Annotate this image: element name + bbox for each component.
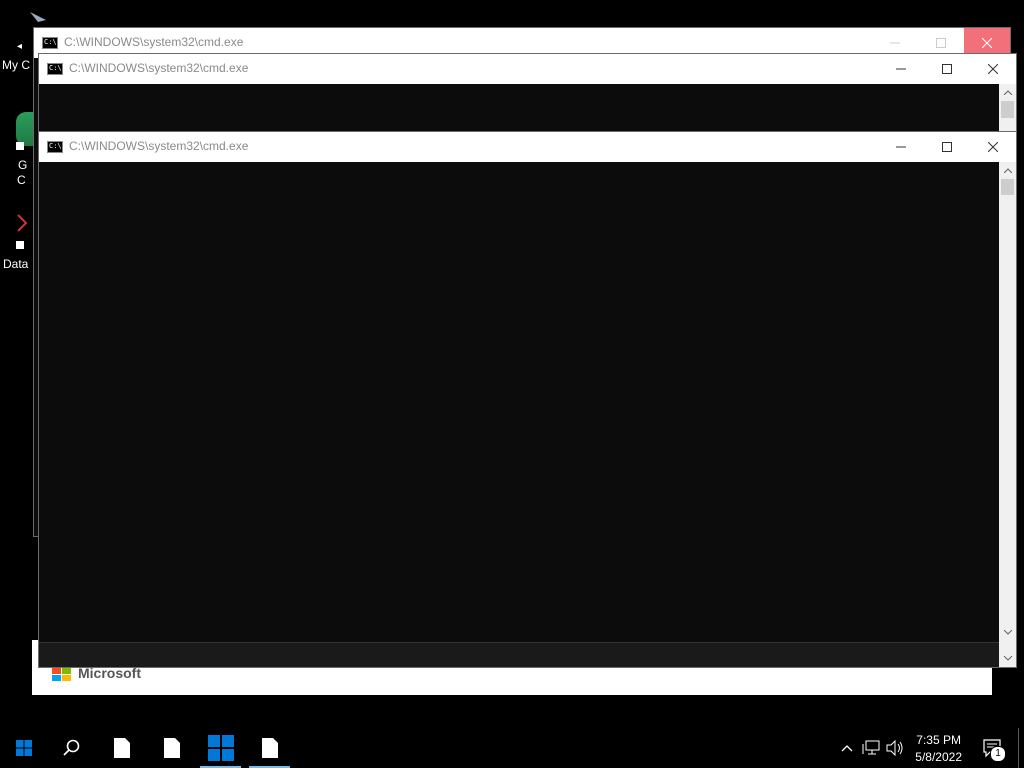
start-button[interactable]	[0, 728, 48, 768]
clock[interactable]: 7:35 PM 5/8/2022	[915, 732, 962, 766]
minimize-icon	[890, 42, 900, 44]
show-desktop-button[interactable]	[1018, 728, 1024, 768]
chevron-up-icon	[1003, 168, 1012, 173]
maximize-button[interactable]	[924, 132, 970, 162]
maximize-icon	[936, 38, 946, 48]
chevron-down-icon	[1003, 630, 1012, 635]
vertical-scrollbar[interactable]	[999, 162, 1016, 667]
show-hidden-icons-button[interactable]	[836, 728, 858, 768]
window-title: C:\WINDOWS\system32\cmd.exe	[69, 139, 249, 153]
titlebar[interactable]: C:\ C:\WINDOWS\system32\cmd.exe	[39, 132, 1016, 162]
close-icon	[988, 142, 998, 152]
taskbar-app-file-3[interactable]	[249, 728, 290, 768]
network-icon	[862, 740, 880, 755]
scroll-down-button[interactable]	[999, 624, 1016, 641]
taskbar-app-windows[interactable]	[200, 728, 241, 768]
cmd-icon: C:\	[47, 141, 63, 153]
search-button[interactable]	[48, 728, 96, 768]
chevron-up-icon	[841, 745, 853, 752]
close-icon	[982, 38, 992, 48]
scroll-thumb[interactable]	[1001, 179, 1014, 195]
search-icon	[63, 739, 80, 756]
minimize-button[interactable]	[878, 132, 924, 162]
window-title: C:\WINDOWS\system32\cmd.exe	[64, 35, 244, 49]
desktop-icon-label-data[interactable]: Data	[3, 257, 28, 271]
taskbar-app-file-1[interactable]	[98, 728, 146, 768]
minimize-icon	[896, 68, 906, 70]
volume-button[interactable]	[884, 728, 906, 768]
close-button[interactable]	[970, 132, 1016, 162]
desktop-icon-mycomputer-arrow: ◂	[17, 41, 23, 52]
shortcut-arrow-icon	[16, 241, 24, 249]
scroll-thumb[interactable]	[1001, 101, 1014, 118]
desktop-icon-label-mycomputer[interactable]: My C	[2, 58, 30, 72]
shortcut-arrow-icon	[16, 142, 24, 150]
cmd-icon: C:\	[42, 37, 58, 49]
scroll-down-button-2[interactable]	[999, 650, 1016, 667]
desktop-icon-label-chrome[interactable]: G	[18, 158, 27, 172]
minimize-icon	[896, 146, 906, 148]
file-icon	[114, 738, 130, 758]
network-button[interactable]	[860, 728, 882, 768]
titlebar[interactable]: C:\ C:\WINDOWS\system32\cmd.exe	[39, 54, 1016, 84]
close-icon	[988, 64, 998, 74]
taskbar: 7:35 PM 5/8/2022 1	[0, 728, 1024, 768]
desktop-icon-label-chrome-2[interactable]: C	[17, 173, 26, 187]
cmd-icon: C:\	[47, 63, 63, 75]
notification-badge: 1	[990, 746, 1006, 762]
scroll-up-button[interactable]	[999, 162, 1016, 179]
clock-date: 5/8/2022	[915, 750, 962, 764]
minimize-button[interactable]	[878, 54, 924, 84]
volume-icon	[886, 740, 903, 756]
close-button[interactable]	[970, 54, 1016, 84]
file-icon	[261, 738, 278, 758]
maximize-icon	[942, 64, 952, 74]
maximize-button[interactable]	[924, 54, 970, 84]
maximize-icon	[942, 142, 952, 152]
scroll-up-button[interactable]	[999, 84, 1016, 101]
clock-time: 7:35 PM	[916, 733, 961, 747]
chevron-up-icon	[1003, 90, 1012, 95]
windows-start-icon	[16, 740, 32, 756]
database-icon[interactable]	[14, 213, 32, 239]
file-icon	[164, 738, 180, 758]
microsoft-logo	[52, 668, 72, 682]
console-output[interactable]	[39, 162, 999, 642]
windows-logo-icon	[207, 735, 234, 761]
window-title: C:\WINDOWS\system32\cmd.exe	[69, 61, 249, 75]
action-center-button[interactable]: 1	[978, 728, 1008, 768]
taskbar-app-file-2[interactable]	[148, 728, 196, 768]
console-bottom-area	[39, 642, 999, 667]
chevron-down-icon	[1003, 656, 1012, 661]
cmd-window-front[interactable]: C:\ C:\WINDOWS\system32\cmd.exe	[38, 131, 1017, 668]
